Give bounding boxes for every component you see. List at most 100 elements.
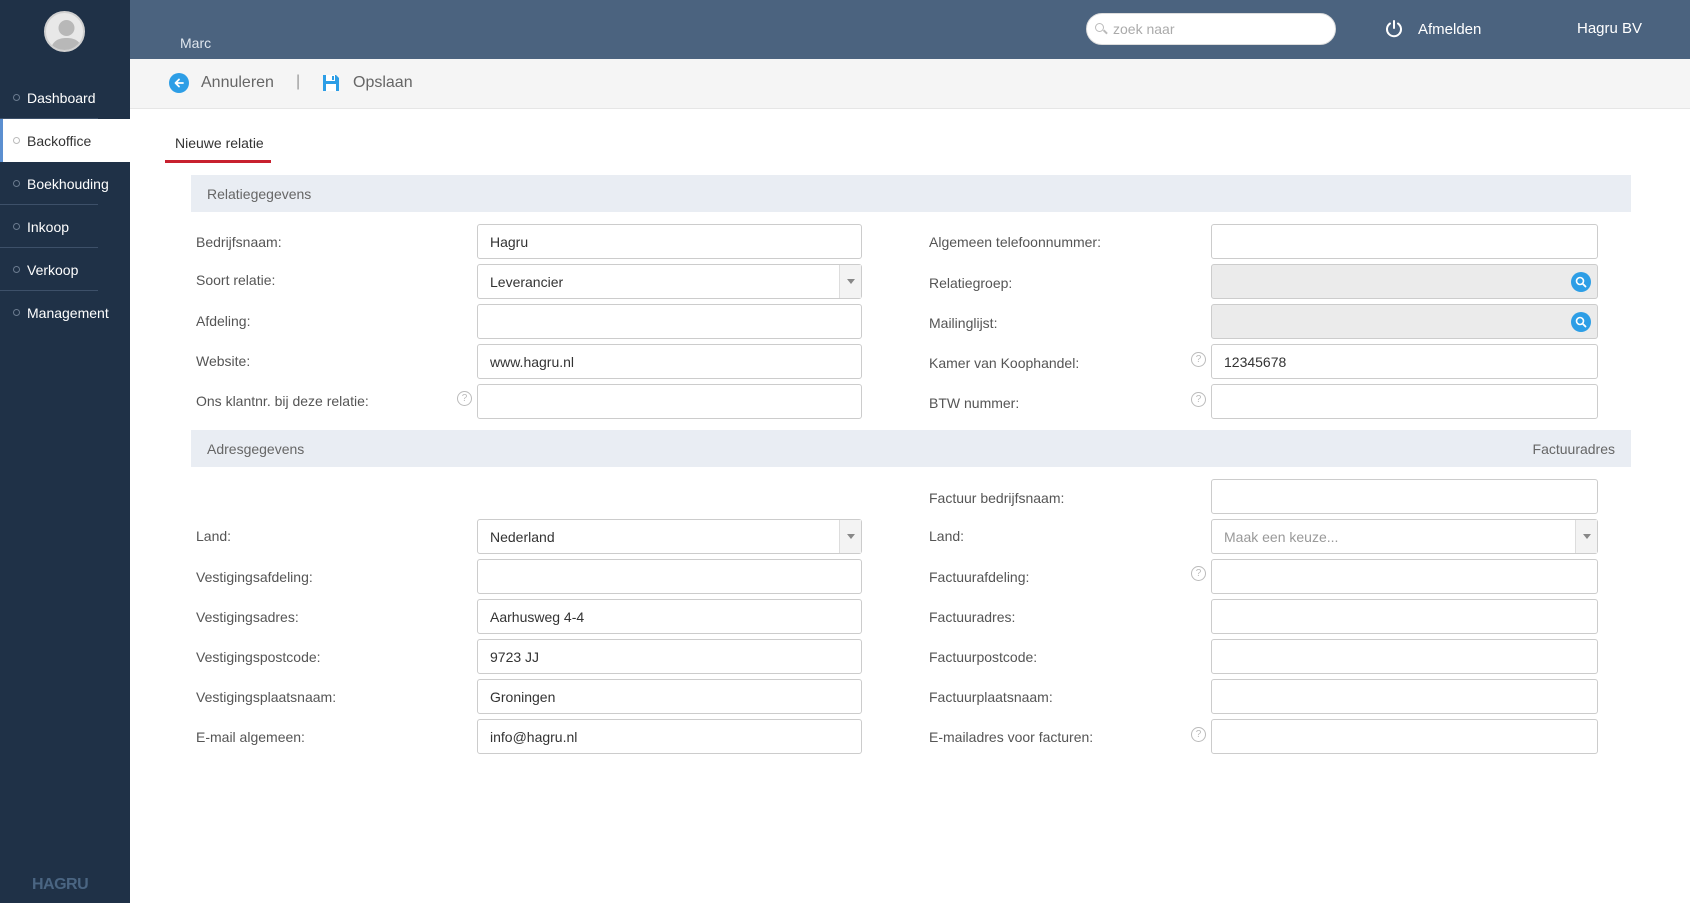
- factuur-bedrijfsnaam-field[interactable]: [1211, 479, 1598, 514]
- soort-relatie-value: Leverancier: [490, 273, 564, 290]
- label-vestigingsafdeling: Vestigingsafdeling:: [196, 569, 313, 585]
- chevron-down-icon[interactable]: [839, 265, 861, 298]
- label-factuur-email: E-mailadres voor facturen:: [929, 729, 1094, 745]
- factuuradres-field[interactable]: [1211, 599, 1598, 634]
- user-name: Marc: [180, 35, 212, 51]
- bullet-icon: [13, 94, 20, 101]
- vestigingspostcode-field[interactable]: 9723 JJ: [477, 639, 862, 674]
- mailinglijst-field[interactable]: [1211, 304, 1598, 339]
- bullet-icon: [13, 137, 20, 144]
- factuurpostcode-field[interactable]: [1211, 639, 1598, 674]
- top-bar: Marc Afmelden Hagru BV: [130, 0, 1690, 59]
- land-value: Nederland: [490, 528, 555, 545]
- user-avatar[interactable]: [44, 11, 85, 52]
- search-icon: [1095, 23, 1107, 35]
- logout-label: Afmelden: [1418, 20, 1482, 38]
- label-bedrijfsnaam: Bedrijfsnaam:: [196, 234, 282, 250]
- bullet-icon: [13, 223, 20, 230]
- label-vestigingsplaatsnaam: Vestigingsplaatsnaam:: [196, 689, 337, 705]
- sidebar-item-label: Management: [27, 304, 109, 321]
- website-field[interactable]: www.hagru.nl: [477, 344, 862, 379]
- search-input[interactable]: [1113, 21, 1323, 37]
- label-relatiegroep: Relatiegroep:: [929, 275, 1013, 291]
- lookup-search-icon[interactable]: [1571, 272, 1591, 292]
- chevron-down-icon[interactable]: [839, 520, 861, 553]
- label-factuur-land: Land:: [929, 528, 965, 544]
- search-box[interactable]: [1086, 13, 1336, 45]
- section-subtitle-factuuradres: Factuuradres: [1532, 440, 1615, 457]
- help-icon[interactable]: ?: [1191, 352, 1206, 367]
- sidebar: Dashboard Backoffice Boekhouding Inkoop …: [0, 0, 130, 903]
- telefoon-field[interactable]: [1211, 224, 1598, 259]
- help-icon[interactable]: ?: [1191, 566, 1206, 581]
- label-vestigingsadres: Vestigingsadres:: [196, 609, 299, 625]
- tab-nieuwe-relatie[interactable]: Nieuwe relatie: [165, 125, 271, 163]
- company-name[interactable]: Hagru BV: [1577, 20, 1642, 37]
- logout-button[interactable]: Afmelden: [1384, 19, 1481, 39]
- toolbar-separator: |: [296, 73, 301, 90]
- factuur-email-field[interactable]: [1211, 719, 1598, 754]
- section-title: Relatiegegevens: [207, 185, 312, 202]
- cancel-label: Annuleren: [201, 74, 274, 91]
- klantnr-field[interactable]: [477, 384, 862, 419]
- sidebar-item-label: Boekhouding: [27, 175, 109, 192]
- chevron-down-icon[interactable]: [1575, 520, 1597, 553]
- label-factuuradres: Factuuradres:: [929, 609, 1016, 625]
- label-email-algemeen: E-mail algemeen:: [196, 729, 305, 745]
- label-factuurpostcode: Factuurpostcode:: [929, 649, 1038, 665]
- factuur-land-select[interactable]: Maak een keuze...: [1211, 519, 1598, 554]
- lookup-search-icon[interactable]: [1571, 312, 1591, 332]
- bullet-icon: [13, 180, 20, 187]
- afdeling-field[interactable]: [477, 304, 862, 339]
- label-kvk: Kamer van Koophandel:: [929, 355, 1080, 371]
- bedrijfsnaam-field[interactable]: Hagru: [477, 224, 862, 259]
- relatiegroep-field[interactable]: [1211, 264, 1598, 299]
- vestigingsplaatsnaam-field[interactable]: Groningen: [477, 679, 862, 714]
- factuurafdeling-field[interactable]: [1211, 559, 1598, 594]
- power-icon: [1386, 20, 1402, 38]
- user-silhouette-icon: [50, 20, 83, 50]
- vestigingsadres-field[interactable]: Aarhusweg 4-4: [477, 599, 862, 634]
- section-title: Adresgegevens: [207, 440, 305, 457]
- save-label: Opslaan: [353, 74, 413, 91]
- sidebar-item-inkoop[interactable]: Inkoop: [0, 205, 130, 248]
- sidebar-item-verkoop[interactable]: Verkoop: [0, 248, 130, 291]
- hagru-logo: HAGRU: [32, 876, 89, 893]
- section-adresgegevens: Adresgegevens Factuuradres: [191, 430, 1631, 467]
- label-btw: BTW nummer:: [929, 395, 1020, 411]
- btw-field[interactable]: [1211, 384, 1598, 419]
- action-toolbar: Annuleren | Opslaan: [130, 59, 1690, 109]
- help-icon[interactable]: ?: [457, 391, 472, 406]
- label-soort-relatie: Soort relatie:: [196, 272, 276, 288]
- sidebar-item-label: Inkoop: [27, 218, 70, 235]
- label-vestigingspostcode: Vestigingspostcode:: [196, 649, 321, 665]
- sidebar-item-backoffice[interactable]: Backoffice: [0, 119, 130, 162]
- label-mailinglijst: Mailinglijst:: [929, 315, 998, 331]
- help-icon[interactable]: ?: [1191, 727, 1206, 742]
- floppy-disk-icon: [323, 75, 339, 91]
- sidebar-nav: Dashboard Backoffice Boekhouding Inkoop …: [0, 76, 130, 334]
- cancel-button[interactable]: Annuleren: [169, 73, 274, 93]
- help-icon[interactable]: ?: [1191, 392, 1206, 407]
- sidebar-item-label: Backoffice: [27, 132, 92, 149]
- label-afdeling: Afdeling:: [196, 313, 251, 329]
- sidebar-item-label: Verkoop: [27, 261, 79, 278]
- kvk-field[interactable]: 12345678: [1211, 344, 1598, 379]
- bullet-icon: [13, 266, 20, 273]
- save-button[interactable]: Opslaan: [321, 73, 413, 93]
- section-relatiegegevens: Relatiegegevens: [191, 175, 1631, 212]
- vestigingsafdeling-field[interactable]: [477, 559, 862, 594]
- label-klantnr: Ons klantnr. bij deze relatie:: [196, 393, 369, 409]
- bullet-icon: [13, 309, 20, 316]
- email-algemeen-field[interactable]: info@hagru.nl: [477, 719, 862, 754]
- factuurplaatsnaam-field[interactable]: [1211, 679, 1598, 714]
- factuur-land-placeholder: Maak een keuze...: [1224, 528, 1339, 545]
- soort-relatie-select[interactable]: Leverancier: [477, 264, 862, 299]
- label-land: Land:: [196, 528, 232, 544]
- sidebar-item-label: Dashboard: [27, 89, 96, 106]
- sidebar-item-management[interactable]: Management: [0, 291, 130, 334]
- sidebar-item-dashboard[interactable]: Dashboard: [0, 76, 130, 119]
- label-website: Website:: [196, 353, 251, 369]
- sidebar-item-boekhouding[interactable]: Boekhouding: [0, 162, 130, 205]
- land-select[interactable]: Nederland: [477, 519, 862, 554]
